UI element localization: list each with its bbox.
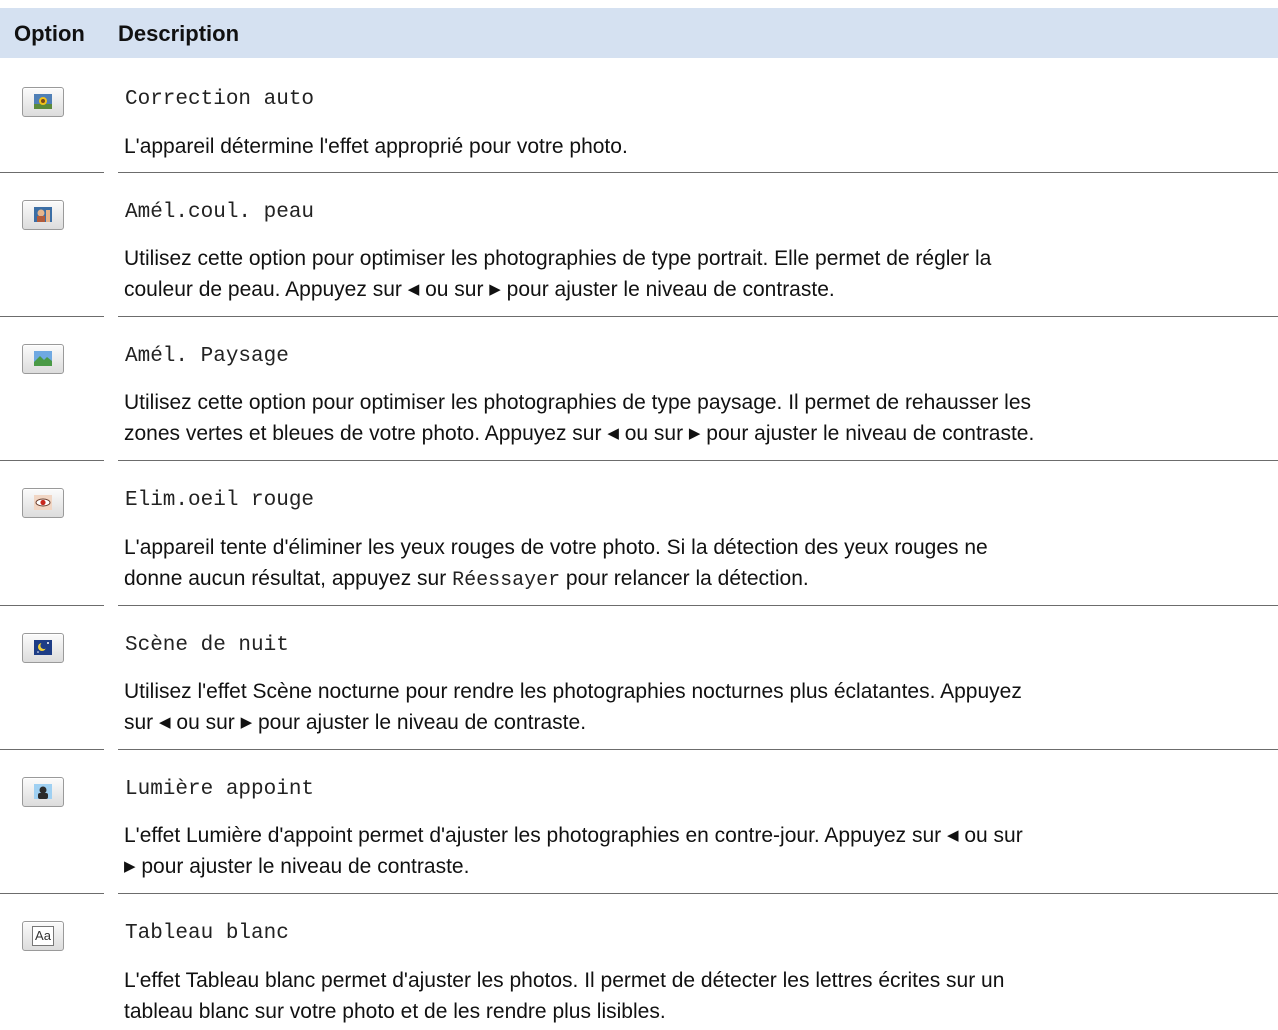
- left-arrow-icon: ◀: [607, 425, 619, 442]
- row-divider: [118, 460, 1278, 461]
- option-description: L'appareil tente d'éliminer les yeux rou…: [124, 536, 988, 592]
- row-divider: [118, 893, 1278, 894]
- table-header: Option Description: [0, 8, 1278, 58]
- option-description: L'appareil détermine l'effet approprié p…: [124, 135, 628, 158]
- row-divider: [118, 749, 1278, 750]
- backlight-icon: [22, 777, 64, 807]
- red-eye-icon: [22, 488, 64, 518]
- option-code: Tableau blanc: [125, 922, 289, 945]
- retry-label: Réessayer: [452, 569, 561, 592]
- right-arrow-icon: ▶: [124, 858, 136, 875]
- row-divider: [118, 172, 1278, 173]
- option-description: L'effet Tableau blanc permet d'ajuster l…: [124, 969, 1005, 1023]
- right-arrow-icon: ▶: [489, 281, 501, 298]
- option-description: Utilisez cette option pour optimiser les…: [124, 247, 992, 301]
- left-arrow-icon: ◀: [159, 714, 171, 731]
- row-divider: [0, 605, 104, 606]
- row-divider: [0, 316, 104, 317]
- option-description: L'effet Lumière d'appoint permet d'ajust…: [124, 824, 1023, 878]
- row-divider: [0, 893, 104, 894]
- right-arrow-icon: ▶: [240, 714, 253, 731]
- landscape-icon: [22, 344, 64, 374]
- whiteboard-aa-glyph: Aa: [32, 926, 54, 946]
- option-code: Amél.coul. peau: [125, 201, 315, 224]
- option-code: Scène de nuit: [125, 634, 289, 657]
- row-divider: [118, 605, 1278, 606]
- left-arrow-icon: ◀: [407, 281, 420, 298]
- right-arrow-icon: ▶: [688, 425, 701, 442]
- row-divider: [0, 749, 104, 750]
- column-header-option: Option: [14, 21, 85, 46]
- whiteboard-aa-icon: Aa: [22, 921, 64, 951]
- option-code: Correction auto: [125, 88, 315, 111]
- option-code: Amél. Paysage: [125, 345, 289, 368]
- portrait-icon: [22, 200, 64, 230]
- option-description: Utilisez l'effet Scène nocturne pour ren…: [124, 680, 1022, 734]
- sunflower-icon: [22, 87, 64, 117]
- option-code: Lumière appoint: [125, 778, 315, 801]
- column-header-description: Description: [118, 21, 240, 46]
- option-description: Utilisez cette option pour optimiser les…: [124, 391, 1035, 445]
- row-divider: [0, 172, 104, 173]
- row-divider: [0, 460, 104, 461]
- option-code: Elim.oeil rouge: [125, 489, 315, 512]
- night-scene-icon: [22, 633, 64, 663]
- row-divider: [118, 316, 1278, 317]
- left-arrow-icon: ◀: [946, 827, 959, 844]
